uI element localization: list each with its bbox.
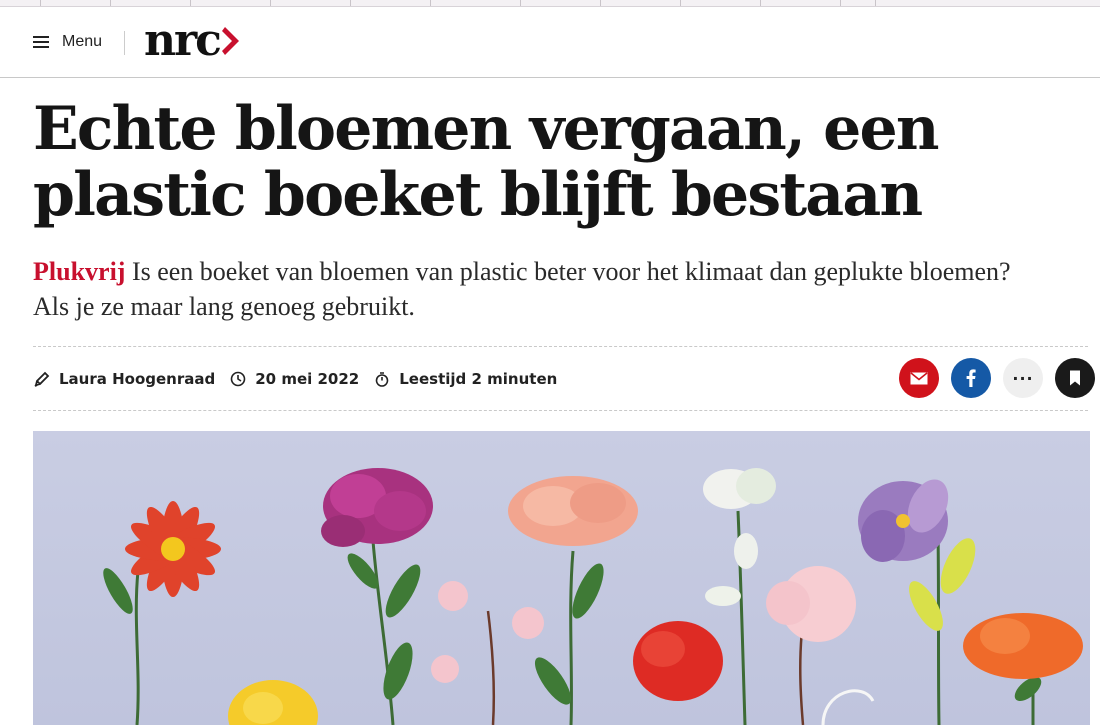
logo-text: nrc bbox=[144, 15, 222, 66]
clock-icon bbox=[229, 370, 247, 388]
site-header: Menu nrc bbox=[0, 7, 1100, 78]
reading-time: Leestijd 2 minuten bbox=[399, 370, 558, 388]
logo-chevron-icon bbox=[221, 27, 239, 55]
article-meta: Laura Hoogenraad 20 mei 2022 Leestijd 2 … bbox=[33, 366, 571, 392]
nrc-logo[interactable]: nrc bbox=[144, 19, 242, 63]
hamburger-icon bbox=[33, 36, 49, 48]
share-more-button[interactable]: ··· bbox=[1003, 358, 1043, 398]
header-divider bbox=[124, 31, 125, 55]
pen-icon bbox=[33, 370, 51, 388]
article-kicker[interactable]: Plukvrij bbox=[33, 257, 125, 286]
article-title: Echte bloemen vergaan, een plastic boeke… bbox=[33, 94, 940, 230]
menu-label: Menu bbox=[62, 33, 103, 50]
author-name[interactable]: Laura Hoogenraad bbox=[59, 370, 215, 388]
facebook-icon bbox=[966, 369, 976, 387]
publish-date: 20 mei 2022 bbox=[255, 370, 360, 388]
lead-text: Is een boeket van bloemen van plastic be… bbox=[33, 257, 1011, 321]
stopwatch-icon bbox=[373, 370, 391, 388]
share-facebook-button[interactable] bbox=[951, 358, 991, 398]
article-lead: Plukvrij Is een boeket van bloemen van p… bbox=[33, 254, 1043, 324]
share-actions: ··· bbox=[899, 358, 1095, 398]
menu-button[interactable]: Menu bbox=[33, 29, 102, 55]
bookmark-icon bbox=[1070, 370, 1080, 386]
meta-divider-top bbox=[33, 346, 1088, 347]
bookmark-button[interactable] bbox=[1055, 358, 1095, 398]
browser-bookmarks-strip bbox=[0, 0, 1100, 7]
paper-flowers-illustration bbox=[33, 431, 1090, 725]
share-mail-button[interactable] bbox=[899, 358, 939, 398]
hero-image bbox=[33, 431, 1090, 725]
mail-icon bbox=[910, 371, 928, 384]
more-icon: ··· bbox=[1012, 368, 1034, 388]
meta-divider-bottom bbox=[33, 410, 1088, 411]
